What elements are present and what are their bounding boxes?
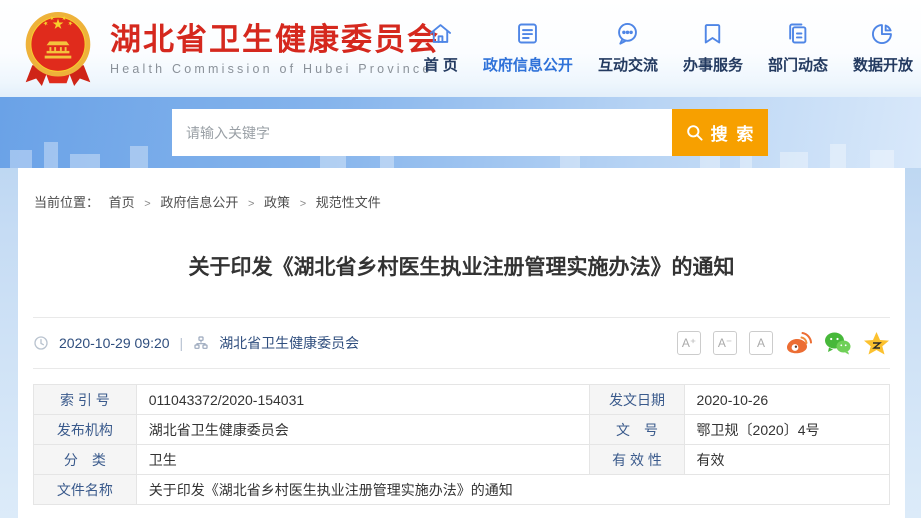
site-subtitle: Health Commission of Hubei Province: [110, 62, 440, 76]
meta-label-publisher: 发布机构: [34, 415, 137, 445]
meta-label-validity: 有 效 性: [590, 445, 684, 475]
table-row: 索 引 号 011043372/2020-154031 发文日期 2020-10…: [34, 385, 890, 415]
font-reset-button[interactable]: A: [749, 331, 773, 355]
publish-time: 2020-10-29 09:20: [59, 335, 170, 351]
bookmark-icon: [699, 20, 726, 47]
nav-item-open-data[interactable]: 数据开放: [853, 20, 913, 75]
meta-label-issue-date: 发文日期: [590, 385, 684, 415]
meta-value-publisher: 湖北省卫生健康委员会: [136, 415, 590, 445]
breadcrumb-item-policy[interactable]: 政策: [264, 195, 290, 210]
search-form: 搜 索: [172, 109, 768, 156]
nav-item-home[interactable]: 首 页: [424, 20, 458, 75]
divider: [33, 368, 890, 369]
breadcrumb-separator: >: [300, 198, 306, 210]
search-input[interactable]: [172, 109, 672, 156]
breadcrumb-item-gov-info[interactable]: 政府信息公开: [160, 195, 238, 210]
article-meta-row: 2020-10-29 09:20 | 湖北省卫生健康委员会 A⁺ A⁻ A: [33, 318, 890, 368]
pie-chart-icon: [869, 20, 896, 47]
meta-value-validity: 有效: [684, 445, 889, 475]
nav-item-services[interactable]: 办事服务: [683, 20, 743, 75]
search-button[interactable]: 搜 索: [672, 109, 768, 156]
nav-item-dept-news[interactable]: 部门动态: [768, 20, 828, 75]
brand-text: 湖北省卫生健康委员会 Health Commission of Hubei Pr…: [110, 22, 440, 77]
meta-value-doc-number: 鄂卫规〔2020〕4号: [684, 415, 889, 445]
nav-label: 首 页: [424, 54, 458, 75]
clock-icon: [33, 335, 49, 351]
document-icon: [514, 20, 541, 47]
document-meta-table: 索 引 号 011043372/2020-154031 发文日期 2020-10…: [33, 384, 890, 505]
meta-value-issue-date: 2020-10-26: [684, 385, 889, 415]
breadcrumb-prefix: 当前位置：: [34, 195, 99, 210]
breadcrumb-separator: >: [248, 198, 254, 210]
nav-item-interaction[interactable]: 互动交流: [598, 20, 658, 75]
table-row: 分 类 卫生 有 效 性 有效: [34, 445, 890, 475]
meta-label-category: 分 类: [34, 445, 137, 475]
source-sitemap-icon: [193, 335, 209, 351]
article-source: 湖北省卫生健康委员会: [219, 333, 359, 353]
meta-value-doc-name: 关于印发《湖北省乡村医生执业注册管理实施办法》的通知: [136, 475, 889, 505]
meta-label-doc-number: 文 号: [590, 415, 684, 445]
nav-label: 互动交流: [598, 54, 658, 75]
chat-icon: [614, 20, 641, 47]
font-larger-button[interactable]: A⁺: [677, 331, 701, 355]
meta-value-index-number: 011043372/2020-154031: [136, 385, 590, 415]
weibo-share-icon[interactable]: [785, 331, 812, 355]
nav-label: 办事服务: [683, 54, 743, 75]
meta-label-doc-name: 文件名称: [34, 475, 137, 505]
meta-label-index-number: 索 引 号: [34, 385, 137, 415]
nav-label: 政府信息公开: [483, 54, 573, 75]
top-navigation: 首 页 政府信息公开 互动交流 办事服务 部门动态: [424, 20, 913, 75]
qzone-favorite-star-icon[interactable]: [863, 331, 890, 355]
meta-value-category: 卫生: [136, 445, 590, 475]
nav-label: 数据开放: [853, 54, 913, 75]
meta-separator: |: [180, 335, 184, 351]
site-title: 湖北省卫生健康委员会: [110, 22, 440, 58]
font-smaller-button[interactable]: A⁻: [713, 331, 737, 355]
article-meta-right: A⁺ A⁻ A: [677, 331, 890, 355]
breadcrumb-item-normative-docs[interactable]: 规范性文件: [316, 195, 381, 210]
table-row: 文件名称 关于印发《湖北省乡村医生执业注册管理实施办法》的通知: [34, 475, 890, 505]
search-banner: 搜 索: [0, 97, 921, 168]
search-icon: [685, 123, 704, 142]
breadcrumb: 当前位置： 首页 > 政府信息公开 > 政策 > 规范性文件: [18, 168, 905, 211]
article-meta-left: 2020-10-29 09:20 | 湖北省卫生健康委员会: [33, 333, 359, 353]
nav-item-gov-info[interactable]: 政府信息公开: [483, 20, 573, 75]
home-icon: [427, 20, 454, 47]
nav-label: 部门动态: [768, 54, 828, 75]
breadcrumb-item-home[interactable]: 首页: [109, 195, 135, 210]
national-emblem-logo: [20, 8, 96, 90]
breadcrumb-separator: >: [144, 198, 150, 210]
table-row: 发布机构 湖北省卫生健康委员会 文 号 鄂卫规〔2020〕4号: [34, 415, 890, 445]
wechat-share-icon[interactable]: [824, 331, 851, 355]
stacked-docs-icon: [784, 20, 811, 47]
search-button-label: 搜 索: [711, 120, 756, 145]
site-header: 湖北省卫生健康委员会 Health Commission of Hubei Pr…: [0, 0, 921, 97]
content-card: 当前位置： 首页 > 政府信息公开 > 政策 > 规范性文件 关于印发《湖北省乡…: [18, 168, 905, 518]
article-title: 关于印发《湖北省乡村医生执业注册管理实施办法》的通知: [18, 251, 905, 281]
site-brand[interactable]: 湖北省卫生健康委员会 Health Commission of Hubei Pr…: [20, 8, 440, 90]
